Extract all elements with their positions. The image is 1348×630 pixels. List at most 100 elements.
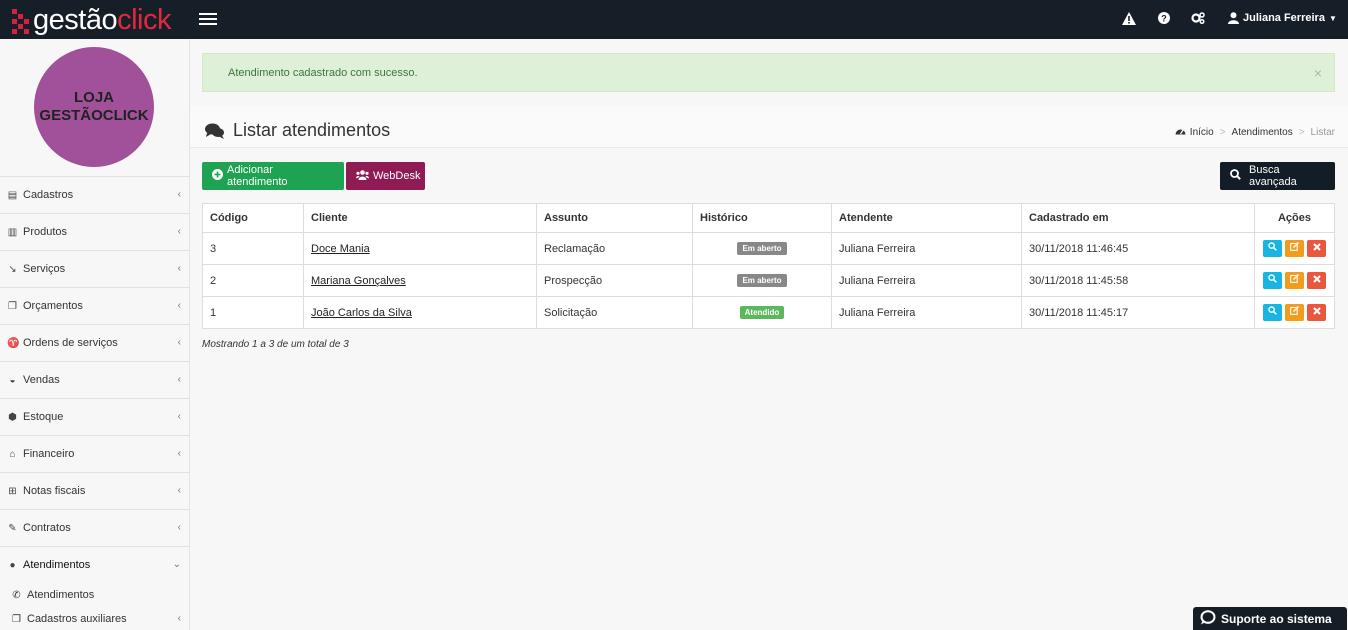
cell-assunto: Solicitação — [536, 296, 693, 329]
table-header-row: Código Cliente Assunto Histórico Atenden… — [202, 203, 1335, 233]
sidebar-item-cadastros[interactable]: ▤ Cadastros ‹ — [0, 176, 189, 213]
col-cliente[interactable]: Cliente — [303, 203, 537, 233]
sidebar-item-label: Contratos — [23, 522, 71, 534]
alert-message: Atendimento cadastrado com sucesso. — [228, 67, 418, 79]
col-codigo[interactable]: Código — [202, 203, 304, 233]
support-button[interactable]: Suporte ao sistema — [1193, 607, 1347, 630]
delete-button[interactable] — [1307, 272, 1326, 289]
breadcrumb: Início > Atendimentos > Listar — [1175, 126, 1335, 138]
chevron-left-icon: ‹ — [177, 263, 181, 274]
sidebar-item-atendimentos[interactable]: ● Atendimentos ⌄ — [0, 546, 189, 583]
col-assunto[interactable]: Assunto — [536, 203, 693, 233]
warning-icon[interactable] — [1122, 12, 1136, 26]
col-acoes: Ações — [1254, 203, 1335, 233]
cell-atendente: Juliana Ferreira — [831, 264, 1022, 297]
chat-bubble-icon — [1200, 609, 1216, 628]
sidebar-item-produtos[interactable]: ▥ Produtos ‹ — [0, 213, 189, 250]
sidebar-menu: ▤ Cadastros ‹ ▥ Produtos ‹ ↘ Serviços ‹ … — [0, 176, 189, 630]
sidebar-item-vendas[interactable]: ◒ Vendas ‹ — [0, 361, 189, 398]
breadcrumb-current: Listar — [1310, 126, 1335, 138]
trophy-icon: ♈ — [7, 337, 20, 349]
brand-part1: gestão — [33, 4, 118, 36]
sitemap-icon: ⊞ — [8, 485, 17, 497]
sidebar: LOJA GESTÃOCLICK ▤ Cadastros ‹ ▥ Produto… — [0, 39, 190, 630]
breadcrumb-home[interactable]: Início — [1190, 127, 1214, 138]
add-atendimento-label: Adicionar atendimento — [227, 164, 288, 188]
sidebar-item-label: Atendimentos — [23, 559, 91, 571]
webdesk-button[interactable]: WebDesk — [346, 162, 425, 190]
settings-icon[interactable] — [1191, 12, 1205, 26]
chevron-left-icon: ‹ — [177, 189, 181, 200]
close-icon[interactable]: × — [1314, 65, 1322, 81]
copy-icon: ❐ — [8, 300, 17, 312]
cell-atendente: Juliana Ferreira — [831, 232, 1022, 265]
view-button[interactable] — [1263, 240, 1282, 257]
view-button[interactable] — [1263, 272, 1282, 289]
support-label: Suporte ao sistema — [1221, 611, 1332, 626]
avatar-line1: LOJA — [73, 89, 114, 106]
status-badge: Em aberto — [737, 274, 787, 287]
delete-button[interactable] — [1307, 304, 1326, 321]
page-title: Listar atendimentos — [205, 120, 390, 141]
cell-codigo: 1 — [202, 296, 304, 329]
sidebar-item-financeiro[interactable]: ⌂ Financeiro ‹ — [0, 435, 189, 472]
menu-toggle-icon[interactable] — [199, 13, 217, 26]
search-icon — [1230, 169, 1241, 183]
sidebar-item-label: Notas fiscais — [23, 485, 86, 497]
submenu-item-atendimentos[interactable]: ✆ Atendimentos — [0, 583, 189, 607]
comments-icon — [205, 123, 225, 139]
edit-button[interactable] — [1285, 240, 1304, 257]
add-atendimento-button[interactable]: Adicionar atendimento — [202, 162, 344, 190]
cliente-link[interactable]: Mariana Gonçalves — [311, 275, 406, 287]
advanced-search-label: Busca avançada — [1249, 164, 1297, 188]
chevron-left-icon: ‹ — [177, 374, 181, 385]
col-cadastrado[interactable]: Cadastrado em — [1021, 203, 1255, 233]
cell-assunto: Prospecção — [536, 264, 693, 297]
sidebar-item-notas[interactable]: ⊞ Notas fiscais ‹ — [0, 472, 189, 509]
store-avatar: LOJA GESTÃOCLICK — [34, 47, 154, 167]
table-row: 1 João Carlos da Silva Solicitação Atend… — [202, 296, 1335, 329]
table-row: 2 Mariana Gonçalves Prospecção Em aberto… — [202, 264, 1335, 297]
breadcrumb-section[interactable]: Atendimentos — [1232, 127, 1293, 138]
sidebar-item-estoque[interactable]: ⬢ Estoque ‹ — [0, 398, 189, 435]
col-atendente[interactable]: Atendente — [831, 203, 1022, 233]
submenu-item-label: Atendimentos — [27, 589, 95, 601]
edit-button[interactable] — [1285, 272, 1304, 289]
page-title-text: Listar atendimentos — [233, 120, 391, 140]
webdesk-label: WebDesk — [373, 170, 421, 182]
view-button[interactable] — [1263, 304, 1282, 321]
cube-icon: ⬢ — [8, 411, 17, 423]
chevron-left-icon: ‹ — [177, 485, 181, 496]
delete-button[interactable] — [1307, 240, 1326, 257]
brand-part2: click — [117, 4, 171, 36]
chevron-left-icon: ‹ — [177, 613, 181, 624]
comments-icon: ● — [9, 559, 16, 571]
cell-assunto: Reclamação — [536, 232, 693, 265]
brand-logo[interactable]: gestãoclick — [10, 4, 171, 36]
chevron-left-icon: ‹ — [177, 448, 181, 459]
sidebar-item-orcamentos[interactable]: ❐ Orçamentos ‹ — [0, 287, 189, 324]
cliente-link[interactable]: Doce Mania — [311, 243, 370, 255]
submenu-item-cadastros-auxiliares[interactable]: ❐ Cadastros auxiliares ‹ — [0, 607, 189, 630]
status-badge: Atendido — [739, 306, 785, 319]
advanced-search-button[interactable]: Busca avançada — [1220, 162, 1335, 190]
sidebar-item-label: Ordens de serviços — [23, 337, 118, 349]
chevron-left-icon: ‹ — [177, 337, 181, 348]
sidebar-item-ordens[interactable]: ♈ Ordens de serviços ‹ — [0, 324, 189, 361]
sidebar-item-servicos[interactable]: ↘ Serviços ‹ — [0, 250, 189, 287]
sidebar-item-contratos[interactable]: ✎ Contratos ‹ — [0, 509, 189, 546]
cliente-link[interactable]: João Carlos da Silva — [311, 307, 412, 319]
col-historico[interactable]: Histórico — [692, 203, 832, 233]
user-menu[interactable]: Juliana Ferreira ▼ — [1228, 12, 1337, 24]
edit-button[interactable] — [1285, 304, 1304, 321]
chevron-down-icon: ⌄ — [172, 559, 181, 570]
basket-icon: ◒ — [9, 374, 16, 386]
cell-cadastrado: 30/11/2018 11:46:45 — [1021, 232, 1255, 265]
avatar-line2: GESTÃOCLICK — [39, 107, 149, 124]
user-icon — [1228, 12, 1240, 24]
help-icon[interactable]: ? — [1157, 12, 1171, 26]
sidebar-item-label: Produtos — [23, 226, 68, 238]
dashboard-icon — [1175, 126, 1186, 138]
copy-icon: ❐ — [12, 613, 21, 625]
cell-codigo: 2 — [202, 264, 304, 297]
